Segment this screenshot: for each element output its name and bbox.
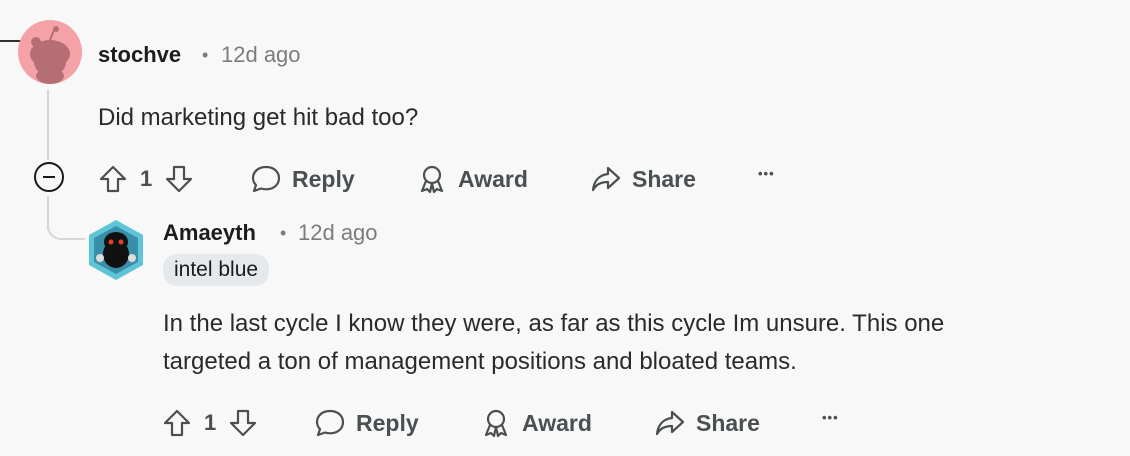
share-label: Share: [696, 409, 760, 436]
more-options-button[interactable]: •••: [822, 410, 839, 425]
share-button[interactable]: Share: [590, 164, 696, 194]
comment-timestamp[interactable]: 12d ago: [221, 42, 301, 68]
reply-label: Reply: [292, 165, 355, 192]
comment-author[interactable]: stochve: [98, 42, 181, 68]
minus-icon: [43, 176, 55, 178]
award-label: Award: [522, 409, 592, 436]
speech-bubble-icon: [251, 165, 281, 193]
snoo-avatar-icon: [30, 26, 70, 84]
comment-body: Did marketing get hit bad too?: [98, 104, 419, 131]
downvote-icon[interactable]: [164, 164, 194, 194]
thread-line-curve: [47, 210, 85, 240]
user-flair: intel blue: [163, 254, 270, 286]
comment-body-line: In the last cycle I know they were, as f…: [163, 310, 945, 337]
more-options-button[interactable]: •••: [758, 166, 775, 181]
thread-line-main: [47, 90, 49, 160]
reply-button[interactable]: Reply: [314, 408, 419, 438]
award-label: Award: [458, 165, 528, 192]
meta-separator: •: [280, 223, 287, 243]
reply-button[interactable]: Reply: [250, 164, 355, 194]
vote-count: 1: [204, 410, 217, 435]
avatar[interactable]: [86, 218, 146, 282]
upvote-icon[interactable]: [98, 164, 128, 194]
hexagon-avatar-icon: [89, 220, 143, 280]
share-icon: [591, 166, 621, 192]
vote-count: 1: [140, 166, 153, 191]
award-button[interactable]: Award: [480, 408, 592, 438]
upvote-icon[interactable]: [162, 408, 192, 438]
vote-controls: 1: [98, 164, 194, 194]
comment-author[interactable]: Amaeyth: [163, 220, 256, 246]
award-icon: [484, 409, 508, 438]
reply-label: Reply: [356, 409, 419, 436]
avatar[interactable]: [18, 20, 82, 84]
share-label: Share: [632, 165, 696, 192]
collapse-thread-button[interactable]: [34, 162, 64, 192]
award-icon: [420, 165, 444, 194]
speech-bubble-icon: [315, 409, 345, 437]
vote-controls: 1: [162, 408, 258, 438]
award-button[interactable]: Award: [416, 164, 528, 194]
share-button[interactable]: Share: [654, 408, 760, 438]
share-icon: [655, 410, 685, 436]
meta-separator: •: [202, 45, 209, 65]
downvote-icon[interactable]: [228, 408, 258, 438]
comment-body-line: targeted a ton of management positions a…: [163, 348, 797, 375]
comment-timestamp[interactable]: 12d ago: [298, 220, 378, 246]
